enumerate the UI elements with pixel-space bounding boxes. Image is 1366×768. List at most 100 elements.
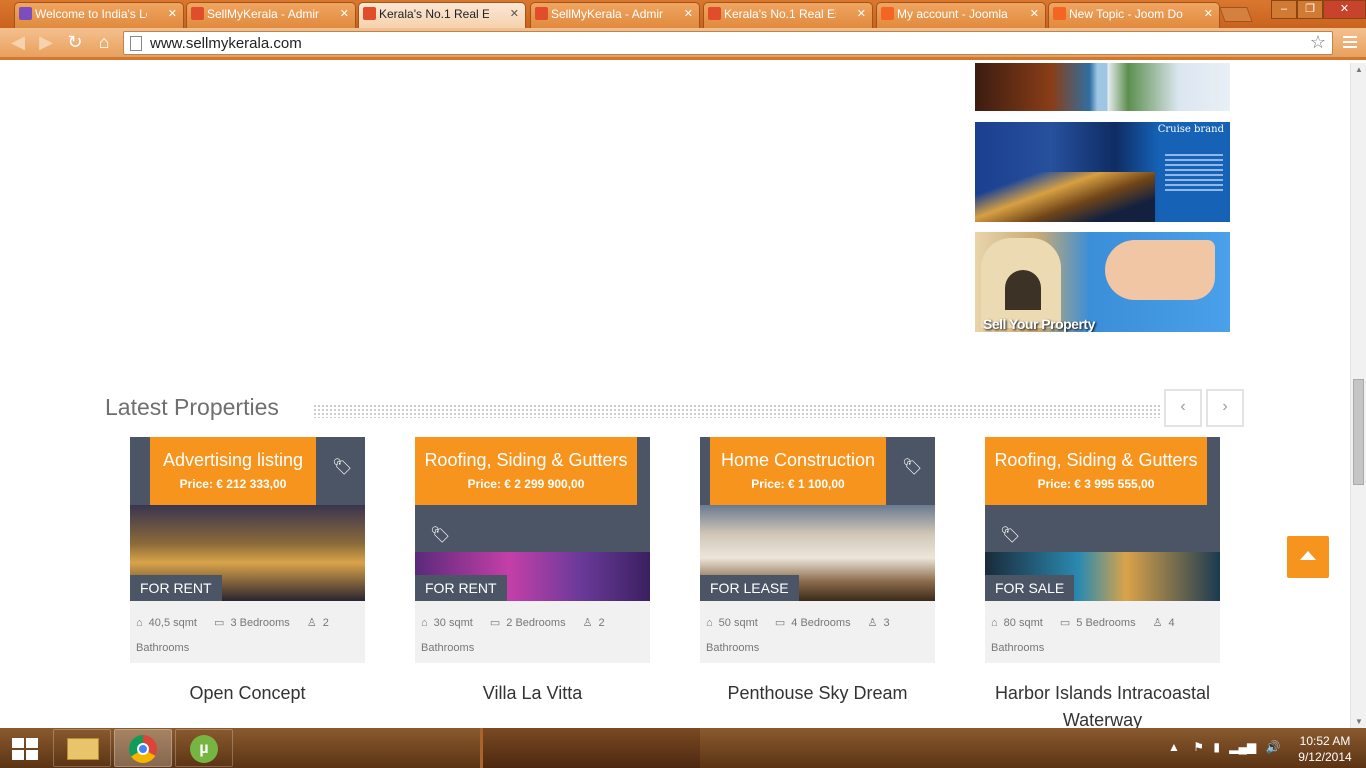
browser-tab[interactable]: My account - Joomla ✕ (876, 2, 1046, 28)
close-tab-icon[interactable]: ✕ (1204, 3, 1213, 25)
property-image[interactable]: Advertising listing Price: € 212 333,00 … (130, 437, 365, 601)
property-image[interactable]: Home Construction Price: € 1 100,00 🏷 FO… (700, 437, 935, 601)
property-name[interactable]: Villa La Vitta (415, 680, 650, 707)
category-header: Advertising listing Price: € 212 333,00 (150, 437, 316, 505)
close-tab-icon[interactable]: ✕ (1030, 3, 1039, 25)
chrome-menu-icon[interactable] (1343, 36, 1357, 51)
new-tab-button[interactable] (1219, 7, 1253, 22)
scroll-to-top-button[interactable] (1287, 536, 1329, 578)
carousel-next-button[interactable]: › (1206, 389, 1244, 427)
dotted-divider (313, 404, 1161, 418)
home-icon: ⌂ (421, 617, 428, 629)
battery-icon[interactable]: ▮ (1213, 740, 1220, 754)
utorrent-icon[interactable]: µ (175, 729, 233, 767)
close-tab-icon[interactable]: ✕ (168, 3, 177, 25)
browser-toolbar: ◀ ▶ ↻ ⌂ www.sellmykerala.com ☆ (0, 28, 1366, 60)
price-label: Price: € 212 333,00 (179, 477, 287, 491)
browser-tab[interactable]: Kerala's No.1 Real Esta ✕ (703, 2, 873, 28)
scroll-down-arrow-icon[interactable]: ▼ (1355, 717, 1363, 726)
carousel-prev-button[interactable]: ‹ (1164, 389, 1202, 427)
bookmark-star-icon[interactable]: ☆ (1310, 32, 1326, 53)
property-name[interactable]: Open Concept (130, 680, 365, 707)
property-image[interactable]: Roofing, Siding & Gutters Price: € 3 995… (985, 437, 1220, 601)
hand-key-image (1105, 240, 1215, 300)
restore-button[interactable]: ❐ (1297, 0, 1323, 19)
house-image (981, 238, 1061, 328)
home-icon[interactable]: ⌂ (92, 32, 116, 53)
file-explorer-icon[interactable] (53, 729, 111, 767)
clock-time: 10:52 AM (1299, 734, 1351, 748)
os-icon (881, 7, 894, 20)
page-scrollbar[interactable]: ▲ ▼ (1350, 63, 1366, 728)
browser-tab[interactable]: New Topic - Joom Do ✕ (1048, 2, 1220, 28)
close-tab-icon[interactable]: ✕ (340, 3, 349, 25)
banner-text-lines (1165, 154, 1223, 194)
back-arrow-icon[interactable]: ◀ (6, 32, 30, 53)
system-tray[interactable]: ▲ ⚑ ▮ ▂▄▆ 🔊 (1168, 740, 1281, 754)
joomla-icon (535, 7, 548, 20)
resort-banner[interactable] (975, 63, 1230, 111)
sell-property-banner[interactable]: Sell Your Property (975, 232, 1230, 332)
price-label: Price: € 1 100,00 (751, 477, 845, 491)
joomla-icon (19, 7, 32, 20)
forward-arrow-icon[interactable]: ▶ (34, 32, 58, 53)
cruise-deck-image (975, 172, 1155, 222)
cruise-banner[interactable]: Cruise brand (975, 122, 1230, 222)
tag-icon[interactable]: 🏷 (332, 457, 352, 477)
wallpaper-strip (480, 728, 700, 768)
home-icon: ⌂ (706, 617, 713, 629)
reload-icon[interactable]: ↻ (63, 32, 87, 53)
bed-icon: ▭ (1059, 617, 1071, 629)
close-window-button[interactable]: ✕ (1323, 0, 1366, 19)
browser-tab-active[interactable]: Kerala's No.1 Real Esta ✕ (358, 2, 526, 28)
person-icon: ♙ (582, 617, 593, 629)
action-center-flag-icon[interactable]: ⚑ (1193, 740, 1204, 754)
property-name[interactable]: Harbor Islands Intracoastal Waterway (985, 680, 1220, 728)
home-icon: ⌂ (136, 617, 143, 629)
price-label: Price: € 3 995 555,00 (1037, 477, 1155, 491)
browser-tab[interactable]: SellMyKerala - Admini ✕ (530, 2, 700, 28)
tag-icon[interactable]: 🏷 (1000, 525, 1020, 545)
windows-start-icon[interactable] (12, 738, 38, 760)
category-label[interactable]: Roofing, Siding & Gutters (415, 450, 637, 471)
web-page: Cruise brand Sell Your Property Latest P… (0, 63, 1350, 728)
browser-tab[interactable]: Welcome to India's Le ✕ (14, 2, 184, 28)
category-label[interactable]: Advertising listing (150, 450, 316, 471)
category-header: Home Construction Price: € 1 100,00 (710, 437, 886, 505)
status-badge: FOR LEASE (700, 575, 799, 601)
category-label[interactable]: Roofing, Siding & Gutters (985, 450, 1207, 471)
home-icon: ⌂ (991, 617, 998, 629)
taskbar-clock[interactable]: 10:52 AM 9/12/2014 (1290, 733, 1360, 765)
section-title: Latest Properties (105, 394, 279, 420)
os-icon (1053, 7, 1066, 20)
scroll-up-arrow-icon[interactable]: ▲ (1355, 65, 1363, 74)
tag-icon[interactable]: 🏷 (430, 525, 450, 545)
person-icon: ♙ (867, 617, 878, 629)
address-bar[interactable]: www.sellmykerala.com ☆ (123, 31, 1333, 55)
category-label[interactable]: Home Construction (710, 450, 886, 471)
joomla-icon (363, 7, 376, 20)
show-hidden-icons-icon[interactable]: ▲ (1168, 740, 1180, 754)
property-meta: ⌂ 30 sqmt ▭ 2 Bedrooms ♙ 2 Bathrooms (415, 601, 650, 663)
url-text[interactable]: www.sellmykerala.com (150, 35, 302, 52)
property-name[interactable]: Penthouse Sky Dream (700, 680, 935, 707)
status-badge: FOR SALE (985, 575, 1075, 601)
tag-icon[interactable]: 🏷 (902, 457, 922, 477)
scrollbar-thumb[interactable] (1353, 379, 1364, 485)
price-label: Price: € 2 299 900,00 (467, 477, 585, 491)
cruise-banner-caption: Cruise brand (1157, 124, 1224, 135)
sell-banner-caption: Sell Your Property (983, 316, 1095, 332)
close-tab-icon[interactable]: ✕ (510, 3, 519, 25)
status-badge: FOR RENT (130, 575, 222, 601)
browser-tab-strip: Welcome to India's Le ✕ SellMyKerala - A… (0, 0, 1366, 28)
close-tab-icon[interactable]: ✕ (857, 3, 866, 25)
browser-tab[interactable]: SellMyKerala - Admini ✕ (186, 2, 356, 28)
property-meta: ⌂ 50 sqmt ▭ 4 Bedrooms ♙ 3 Bathrooms (700, 601, 935, 663)
close-tab-icon[interactable]: ✕ (684, 3, 693, 25)
minimize-button[interactable]: – (1271, 0, 1297, 19)
network-signal-icon[interactable]: ▂▄▆ (1229, 740, 1256, 754)
volume-icon[interactable]: 🔊 (1266, 740, 1281, 754)
chrome-icon[interactable] (114, 729, 172, 767)
property-image[interactable]: Roofing, Siding & Gutters Price: € 2 299… (415, 437, 650, 601)
joomla-icon (708, 7, 721, 20)
